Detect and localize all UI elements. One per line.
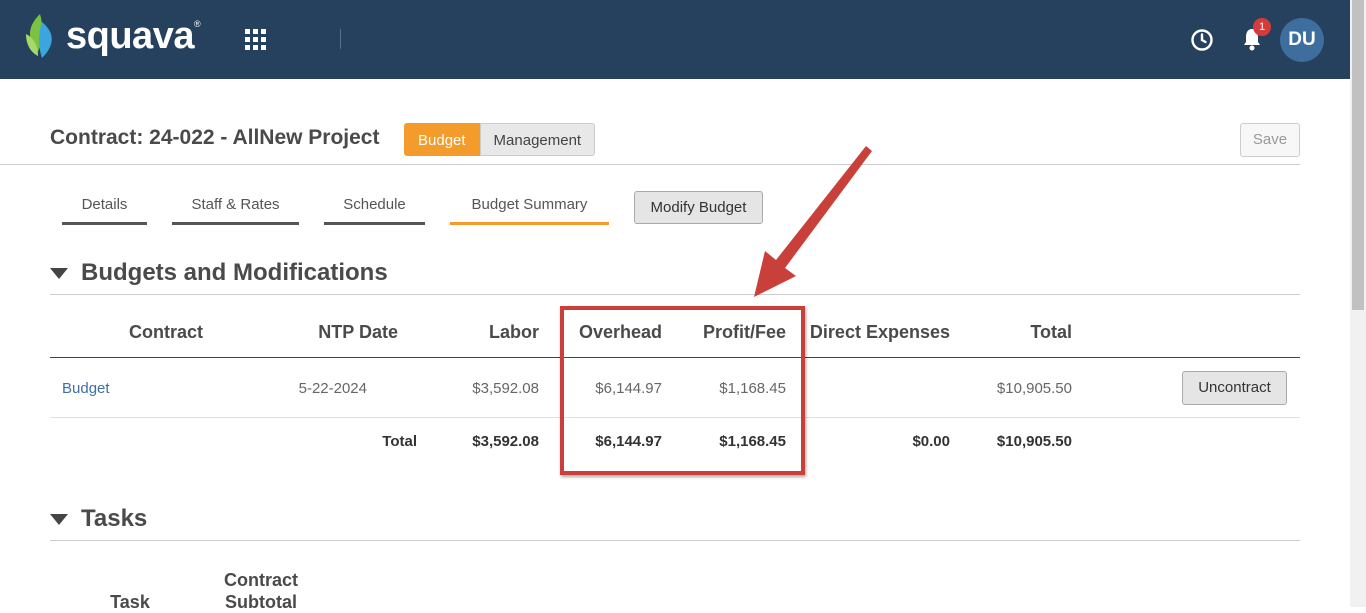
apps-grid-icon[interactable] (245, 29, 267, 51)
column-header-contract-subtotal: Contract Subtotal (223, 570, 298, 612)
section-title: Budgets and Modifications (81, 259, 388, 286)
management-toggle-button[interactable]: Management (479, 123, 596, 156)
tab-details[interactable]: Details (62, 196, 147, 225)
cell-total: $10,905.50 (996, 380, 1072, 397)
section-divider (50, 294, 1300, 295)
totals-label: Total (382, 433, 417, 450)
column-header-labor: Labor (488, 322, 539, 342)
cell-labor: $3,592.08 (472, 380, 539, 397)
highlight-box (560, 306, 805, 475)
annotation-arrow-icon (754, 146, 872, 297)
column-header-contract: Contract (129, 322, 204, 342)
modify-budget-button[interactable]: Modify Budget (634, 191, 763, 224)
column-header-ntp-date: NTP Date (318, 322, 398, 342)
budget-link[interactable]: Budget (62, 380, 110, 397)
column-header-direct-expenses: Direct Expenses (809, 322, 950, 342)
total-labor: $3,592.08 (472, 433, 539, 450)
total-direct-expenses: $0.00 (912, 433, 950, 450)
squava-logo[interactable]: squava ® (24, 12, 201, 60)
cell-ntp-date: 5-22-2024 (298, 380, 367, 397)
uncontract-button[interactable]: Uncontract (1182, 371, 1287, 405)
collapse-caret-icon (50, 267, 68, 279)
save-button[interactable]: Save (1240, 123, 1300, 157)
leaf-logo-icon (26, 14, 52, 58)
column-header-total: Total (1030, 322, 1072, 342)
tab-schedule[interactable]: Schedule (324, 196, 425, 225)
clock-icon[interactable] (1190, 28, 1214, 52)
collapse-caret-icon (50, 513, 68, 525)
total-total: $10,905.50 (996, 433, 1072, 450)
column-header-task: Task (110, 592, 150, 612)
registered-mark: ® (193, 19, 201, 29)
section-divider (50, 540, 1300, 541)
top-navigation-bar: squava ® 1 DU (0, 0, 1350, 79)
tab-staff-rates[interactable]: Staff & Rates (172, 196, 299, 225)
nav-divider (340, 29, 341, 49)
section-title: Tasks (81, 505, 148, 532)
notification-badge: 1 (1253, 18, 1271, 36)
avatar[interactable]: DU (1280, 18, 1324, 62)
tab-budget-summary[interactable]: Budget Summary (450, 196, 609, 225)
scrollbar-thumb[interactable] (1352, 0, 1364, 310)
budget-toggle-button[interactable]: Budget (404, 123, 480, 156)
tasks-section-toggle[interactable]: Tasks (50, 505, 147, 533)
page-title: Contract: 24-022 - AllNew Project (50, 126, 380, 149)
brand-name: squava (66, 14, 194, 57)
budgets-section-toggle[interactable]: Budgets and Modifications (50, 259, 388, 287)
header-divider (0, 164, 1300, 165)
view-toggle: Budget Management (404, 123, 596, 156)
